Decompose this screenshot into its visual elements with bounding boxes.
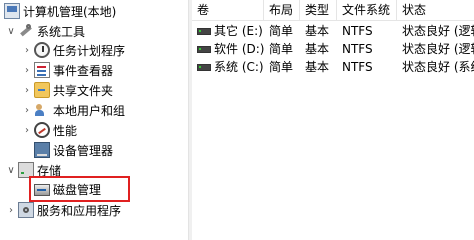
tree-item-performance[interactable]: › 性能 (20, 120, 77, 140)
services-icon (18, 202, 34, 218)
tree-root-label: 计算机管理(本地) (23, 4, 117, 19)
column-header-status[interactable]: 状态 (397, 0, 474, 20)
column-header-row: 卷 布局 类型 文件系统 状态 (192, 0, 474, 21)
cell-layout: 简单 (269, 42, 294, 56)
cell-type: 基本 (305, 60, 330, 74)
volume-list: 卷 布局 类型 文件系统 状态 其它 (E:) 简单 基本 NTFS 状态良好 … (192, 0, 474, 240)
cell-status: 状态良好 (逻辑 (402, 42, 474, 56)
performance-icon (34, 122, 50, 138)
chevron-down-icon[interactable]: ∨ (4, 26, 18, 37)
tree-item-services[interactable]: › 服务和应用程序 (4, 200, 121, 220)
column-header-type[interactable]: 类型 (300, 0, 337, 20)
cell-type: 基本 (305, 24, 330, 38)
device-manager-icon (34, 142, 50, 158)
cell-filesystem: NTFS (342, 24, 373, 38)
column-header-filesystem[interactable]: 文件系统 (337, 0, 397, 20)
cell-filesystem: NTFS (342, 42, 373, 56)
chevron-right-icon[interactable]: › (20, 125, 34, 136)
tree-item-task-scheduler[interactable]: › 任务计划程序 (20, 40, 125, 60)
tree-item-label: 事件查看器 (53, 63, 114, 78)
clock-icon (34, 42, 50, 58)
event-viewer-icon (34, 62, 50, 78)
tree-item-label: 服务和应用程序 (37, 203, 122, 218)
cell-layout: 简单 (269, 60, 294, 74)
tree-item-device-manager[interactable]: 设备管理器 (34, 140, 113, 160)
volume-icon (197, 64, 211, 71)
tree-item-local-users[interactable]: › 本地用户和组 (20, 100, 125, 120)
chevron-right-icon[interactable]: › (4, 205, 18, 216)
tree-root[interactable]: 计算机管理(本地) (4, 1, 116, 21)
navigation-tree: 计算机管理(本地) ∨ 系统工具 › 任务计划程序 › 事件查看器 › 共享文件… (0, 0, 188, 240)
cell-layout: 简单 (269, 24, 294, 38)
volume-icon (197, 46, 211, 53)
users-icon (34, 102, 50, 118)
tree-item-label: 设备管理器 (53, 143, 114, 158)
volume-label: 系统 (C:) (214, 60, 264, 74)
chevron-right-icon[interactable]: › (20, 65, 34, 76)
tree-item-label: 性能 (53, 123, 78, 138)
table-row[interactable]: 软件 (D:) 简单 基本 NTFS 状态良好 (逻辑 (192, 40, 474, 58)
cell-volume: 系统 (C:) (192, 58, 264, 76)
tree-item-event-viewer[interactable]: › 事件查看器 (20, 60, 113, 80)
table-row[interactable]: 其它 (E:) 简单 基本 NTFS 状态良好 (逻辑 (192, 22, 474, 40)
table-row[interactable]: 系统 (C:) 简单 基本 NTFS 状态良好 (系统 (192, 58, 474, 76)
cell-volume: 其它 (E:) (192, 22, 264, 40)
cell-status: 状态良好 (系统 (402, 60, 474, 74)
tools-icon (18, 23, 34, 39)
cell-type: 基本 (305, 42, 330, 56)
chevron-right-icon[interactable]: › (20, 105, 34, 116)
computer-management-icon (4, 3, 20, 19)
highlight-box (29, 176, 130, 202)
chevron-right-icon[interactable]: › (20, 45, 34, 56)
tree-item-system-tools[interactable]: ∨ 系统工具 (4, 21, 85, 41)
chevron-down-icon[interactable]: ∨ (4, 165, 18, 176)
tree-item-label: 本地用户和组 (53, 103, 126, 118)
tree-item-label: 共享文件夹 (53, 83, 114, 98)
volume-icon (197, 28, 211, 35)
tree-item-shared-folders[interactable]: › 共享文件夹 (20, 80, 113, 100)
column-header-layout[interactable]: 布局 (264, 0, 300, 20)
tree-item-label: 系统工具 (37, 24, 86, 39)
tree-item-label: 任务计划程序 (53, 43, 126, 58)
volume-label: 软件 (D:) (214, 42, 264, 56)
cell-status: 状态良好 (逻辑 (402, 24, 474, 38)
shared-folder-icon (34, 82, 50, 98)
column-header-volume[interactable]: 卷 (192, 0, 264, 20)
volume-label: 其它 (E:) (214, 24, 263, 38)
cell-volume: 软件 (D:) (192, 40, 264, 58)
cell-filesystem: NTFS (342, 60, 373, 74)
chevron-right-icon[interactable]: › (20, 85, 34, 96)
